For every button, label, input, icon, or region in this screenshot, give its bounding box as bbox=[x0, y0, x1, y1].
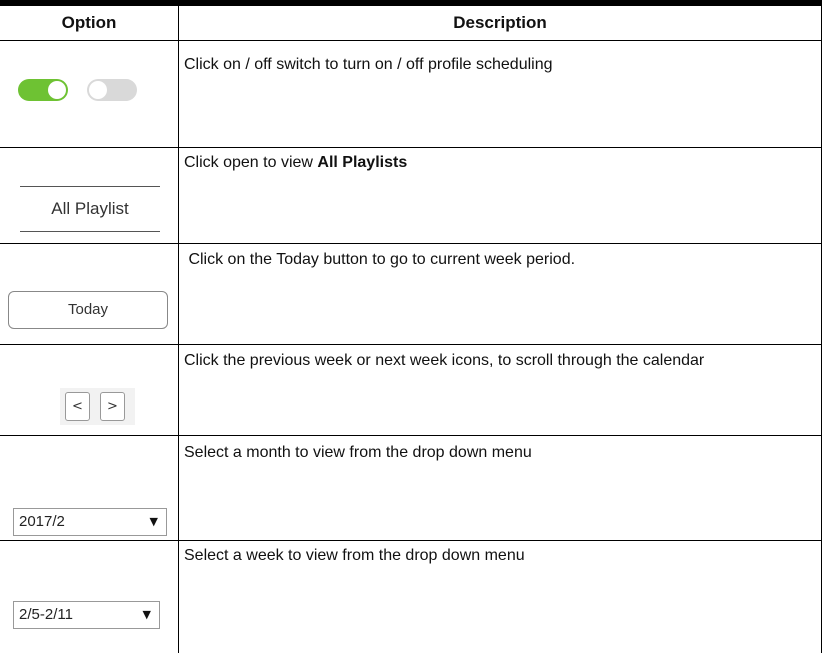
month-dropdown[interactable]: 2017/2 ▼ bbox=[13, 508, 167, 536]
dropdown-arrow-icon: ▼ bbox=[142, 608, 151, 621]
header-divider bbox=[0, 40, 822, 41]
previous-week-button[interactable]: < bbox=[65, 392, 90, 421]
all-playlist-label: All Playlist bbox=[51, 199, 129, 218]
option-description-table: Option Description Click on / off switch… bbox=[0, 0, 822, 653]
month-dropdown-value: 2017/2 bbox=[19, 513, 65, 530]
week-dropdown[interactable]: 2/5-2/11 ▼ bbox=[13, 601, 160, 629]
all-playlist-tab[interactable]: All Playlist bbox=[20, 186, 160, 232]
header-option: Option bbox=[61, 13, 117, 32]
description-text: Click open to view bbox=[184, 154, 318, 171]
row-description-playlists: Click open to view All Playlists bbox=[184, 153, 804, 173]
column-divider bbox=[178, 6, 179, 653]
row-divider bbox=[0, 344, 822, 345]
toggle-knob bbox=[89, 81, 107, 99]
today-button[interactable]: Today bbox=[8, 291, 168, 329]
description-bold: All Playlists bbox=[317, 154, 408, 171]
row-divider bbox=[0, 435, 822, 436]
dropdown-arrow-icon: ▼ bbox=[149, 515, 158, 528]
row-description-week: Select a week to view from the drop down… bbox=[184, 547, 525, 564]
row-description-month: Select a month to view from the drop dow… bbox=[184, 444, 532, 461]
row-description-scheduling: Click on / off switch to turn on / off p… bbox=[184, 56, 553, 73]
row-divider bbox=[0, 147, 822, 148]
row-divider bbox=[0, 243, 822, 244]
row-description-today: Click on the Today button to go to curre… bbox=[184, 251, 576, 268]
header-description: Description bbox=[453, 13, 547, 32]
toggle-knob bbox=[48, 81, 66, 99]
toggle-on-switch[interactable] bbox=[18, 79, 68, 101]
next-week-button[interactable]: > bbox=[100, 392, 125, 421]
row-description-navigation: Click the previous week or next week ico… bbox=[184, 352, 705, 369]
row-divider bbox=[0, 540, 822, 541]
toggle-off-switch[interactable] bbox=[87, 79, 137, 101]
week-dropdown-value: 2/5-2/11 bbox=[19, 606, 73, 623]
